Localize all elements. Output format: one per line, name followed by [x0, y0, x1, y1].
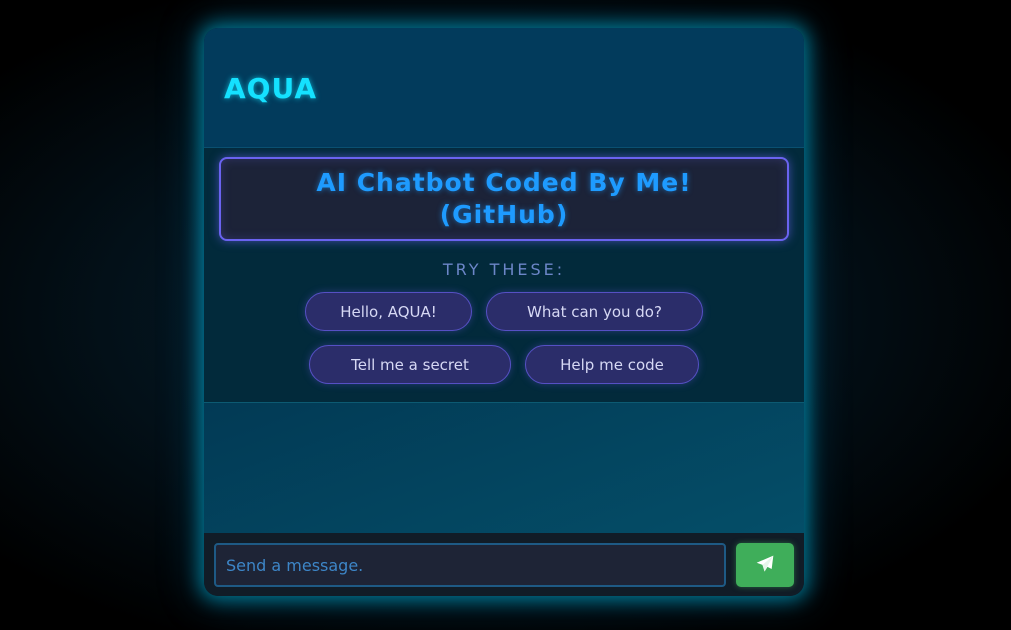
welcome-banner[interactable]: AI Chatbot Coded By Me! (GitHub): [219, 157, 789, 241]
message-area[interactable]: [204, 403, 804, 533]
chat-header: AQUA: [204, 28, 804, 148]
banner-line-2: (GitHub): [439, 200, 569, 229]
message-input[interactable]: [214, 543, 726, 587]
send-button[interactable]: [736, 543, 794, 587]
banner-line-1: AI Chatbot Coded By Me!: [316, 168, 692, 197]
chat-window: AQUA AI Chatbot Coded By Me! (GitHub) TR…: [204, 28, 804, 596]
suggestion-chip[interactable]: Tell me a secret: [309, 345, 511, 384]
welcome-panel: AI Chatbot Coded By Me! (GitHub) TRY THE…: [204, 148, 804, 403]
app-title: AQUA: [224, 72, 318, 105]
composer-bar: [204, 533, 804, 596]
suggestion-chip[interactable]: What can you do?: [486, 292, 703, 331]
banner-text: AI Chatbot Coded By Me! (GitHub): [289, 167, 719, 231]
paper-plane-icon: [755, 554, 775, 577]
try-these-label: TRY THESE:: [442, 260, 566, 279]
suggestion-chip[interactable]: Hello, AQUA!: [305, 292, 472, 331]
suggestion-chip[interactable]: Help me code: [525, 345, 699, 384]
